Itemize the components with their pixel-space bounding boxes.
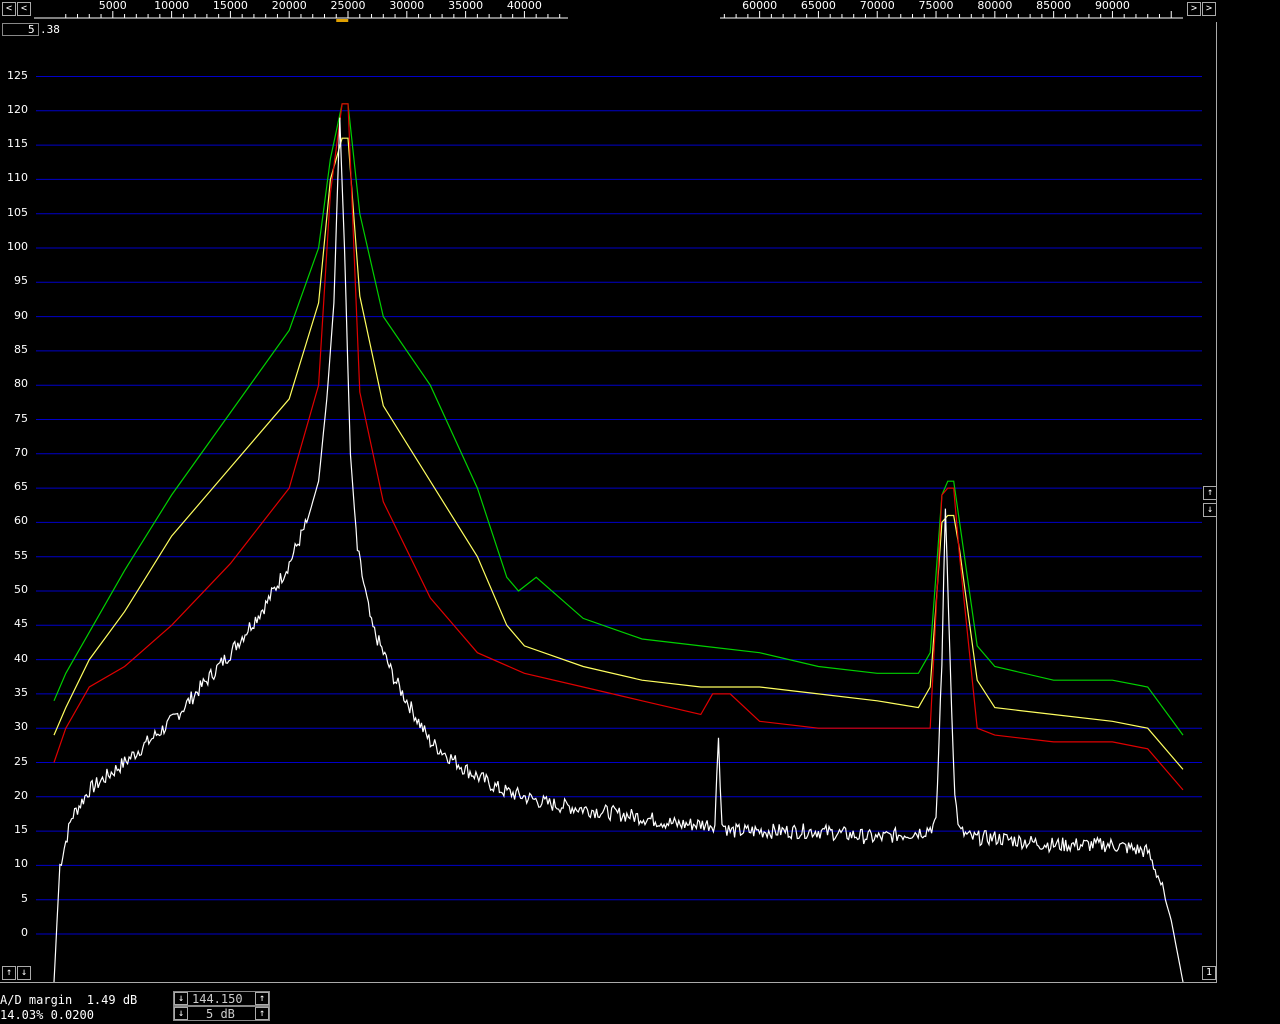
percent-text: 14.03% 0.0200 <box>0 1008 94 1022</box>
bottom-left-up-button[interactable]: ↑ <box>2 966 16 980</box>
freq-up-button[interactable]: ↑ <box>255 992 269 1005</box>
db-up-button[interactable]: ↑ <box>255 1007 269 1020</box>
bottom-right-one-button[interactable]: 1 <box>1202 966 1216 980</box>
ad-margin-text: A/D margin 1.49 dB <box>0 993 138 1007</box>
series-line-red <box>53 103 1184 791</box>
freq-down-button[interactable]: ↓ <box>174 992 188 1005</box>
scroll-up-button[interactable]: ↑ <box>1203 486 1217 500</box>
series-line-white <box>53 117 1184 983</box>
db-value[interactable]: 5 dB <box>206 1007 235 1021</box>
db-down-button[interactable]: ↓ <box>174 1007 188 1020</box>
freq-value[interactable]: 144.150 <box>192 992 243 1006</box>
spectrum-chart[interactable] <box>0 0 1217 983</box>
scroll-down-button[interactable]: ↓ <box>1203 503 1217 517</box>
bottom-left-down-button[interactable]: ↓ <box>17 966 31 980</box>
